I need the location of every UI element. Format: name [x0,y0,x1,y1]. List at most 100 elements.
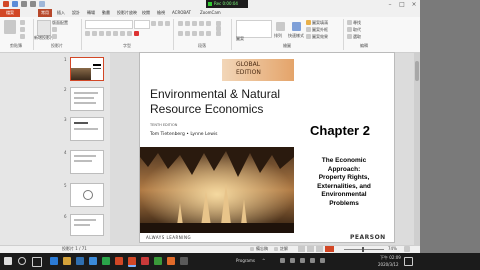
notifications-icon[interactable] [404,257,413,266]
format-painter-icon[interactable] [20,34,25,39]
strikethrough-icon[interactable] [106,31,111,36]
shrink-font-icon[interactable] [158,21,163,26]
bullets-icon[interactable] [178,21,183,26]
chrome-icon[interactable] [102,257,110,265]
start-icon[interactable] [4,257,12,265]
volume-icon[interactable] [300,258,305,263]
tab-animations[interactable]: 動畫 [102,9,110,17]
shape-effects-button[interactable]: 圖案效果 [312,34,328,39]
tab-view[interactable]: 檢視 [157,9,165,17]
edge-icon[interactable] [50,257,58,265]
shape-outline-icon[interactable] [306,27,311,32]
copy-icon[interactable] [20,27,25,32]
clock-time[interactable]: 下午 02:09 [380,255,401,261]
zoom-level[interactable]: 74% [388,245,397,253]
tab-zoomcam[interactable]: ZoomCam [200,9,221,17]
undo-icon[interactable] [21,1,27,7]
excel-icon[interactable] [154,257,162,265]
tab-insert[interactable]: 插入 [57,9,65,17]
clock-date[interactable]: 2020/3/12 [378,262,399,267]
change-case-icon[interactable] [127,31,132,36]
ime-icon[interactable] [320,258,325,263]
fit-to-window-icon[interactable] [404,246,410,252]
select-icon[interactable] [347,34,352,39]
columns-icon[interactable] [206,31,211,36]
bold-icon[interactable] [85,31,90,36]
slide-thumbnail-1[interactable] [70,57,104,81]
notes-icon[interactable] [250,247,254,251]
zoom-slider[interactable] [344,249,384,250]
quick-styles-button[interactable]: 快速樣式 [288,33,304,38]
zoom-slider-thumb[interactable] [362,247,364,252]
mail-icon[interactable] [89,257,97,265]
tab-review[interactable]: 校閱 [142,9,150,17]
grow-font-icon[interactable] [151,21,156,26]
scrollbar-thumb[interactable] [415,61,419,81]
select-button[interactable]: 選取 [353,34,361,39]
replace-icon[interactable] [347,27,352,32]
shadow-icon[interactable] [113,31,118,36]
align-text-icon[interactable] [216,31,221,36]
shape-effects-icon[interactable] [306,34,311,39]
numbering-icon[interactable] [185,21,190,26]
slide-thumbnail-2[interactable] [70,87,104,111]
slide-thumbnail-5[interactable] [70,183,104,207]
new-slide-icon[interactable] [37,20,51,36]
save-icon[interactable] [12,1,18,7]
replace-button[interactable]: 取代 [353,27,361,32]
tray-icon[interactable] [280,258,285,263]
smartart-icon[interactable] [216,26,221,31]
increase-indent-icon[interactable] [199,21,204,26]
battery-icon[interactable] [310,258,315,263]
tab-design[interactable]: 設計 [72,9,80,17]
tab-file[interactable]: 檔案 [0,9,20,17]
start-slideshow-icon[interactable] [39,1,45,7]
reading-view-icon[interactable] [316,246,323,252]
network-icon[interactable] [290,258,295,263]
arrange-button[interactable]: 排列 [274,33,282,38]
clear-formatting-icon[interactable] [165,21,170,26]
shape-outline-button[interactable]: 圖案外框 [312,27,328,32]
recorder-app-icon[interactable] [167,257,175,265]
new-slide-label[interactable]: 新增投影片 [34,35,54,40]
notes-button[interactable]: 備忘稿 [256,245,268,253]
shape-fill-button[interactable]: 圖案填滿 [312,20,328,25]
layout-button[interactable]: 版面配置 [52,20,68,25]
quick-styles-icon[interactable] [292,22,301,31]
comments-button[interactable]: 註解 [280,245,288,253]
cut-icon[interactable] [20,20,25,25]
tab-transitions[interactable]: 轉場 [87,9,95,17]
chevron-up-icon[interactable]: ^ [262,258,265,263]
comments-icon[interactable] [274,247,278,251]
tab-acrobat[interactable]: ACROBAT [172,9,191,17]
decrease-indent-icon[interactable] [192,21,197,26]
align-right-icon[interactable] [192,31,197,36]
slide-thumbnail-4[interactable] [70,150,104,174]
line-spacing-icon[interactable] [206,21,211,26]
char-spacing-icon[interactable] [120,31,125,36]
align-left-icon[interactable] [178,31,183,36]
slideshow-icon[interactable] [325,246,334,252]
task-view-icon[interactable] [32,257,42,267]
paste-icon[interactable] [4,20,16,34]
powerpoint-taskbar-icon[interactable] [128,257,136,267]
close-button[interactable]: × [408,0,420,9]
font-color-icon[interactable] [134,31,139,36]
slide-sorter-icon[interactable] [307,246,314,252]
tab-slideshow[interactable]: 投影片放映 [117,9,137,17]
italic-icon[interactable] [92,31,97,36]
find-button[interactable]: 尋找 [353,20,361,25]
tab-home[interactable]: 常用 [38,9,52,17]
acrobat-icon[interactable] [141,257,149,265]
find-icon[interactable] [347,20,352,25]
font-size-select[interactable] [134,20,150,29]
align-center-icon[interactable] [185,31,190,36]
slide-thumbnail-6[interactable] [70,214,104,236]
store-icon[interactable] [76,257,84,265]
justify-icon[interactable] [199,31,204,36]
underline-icon[interactable] [99,31,104,36]
font-name-select[interactable] [85,20,133,29]
arrange-icon[interactable] [276,22,285,31]
redo-icon[interactable] [30,1,36,7]
app-icon[interactable] [115,257,123,265]
